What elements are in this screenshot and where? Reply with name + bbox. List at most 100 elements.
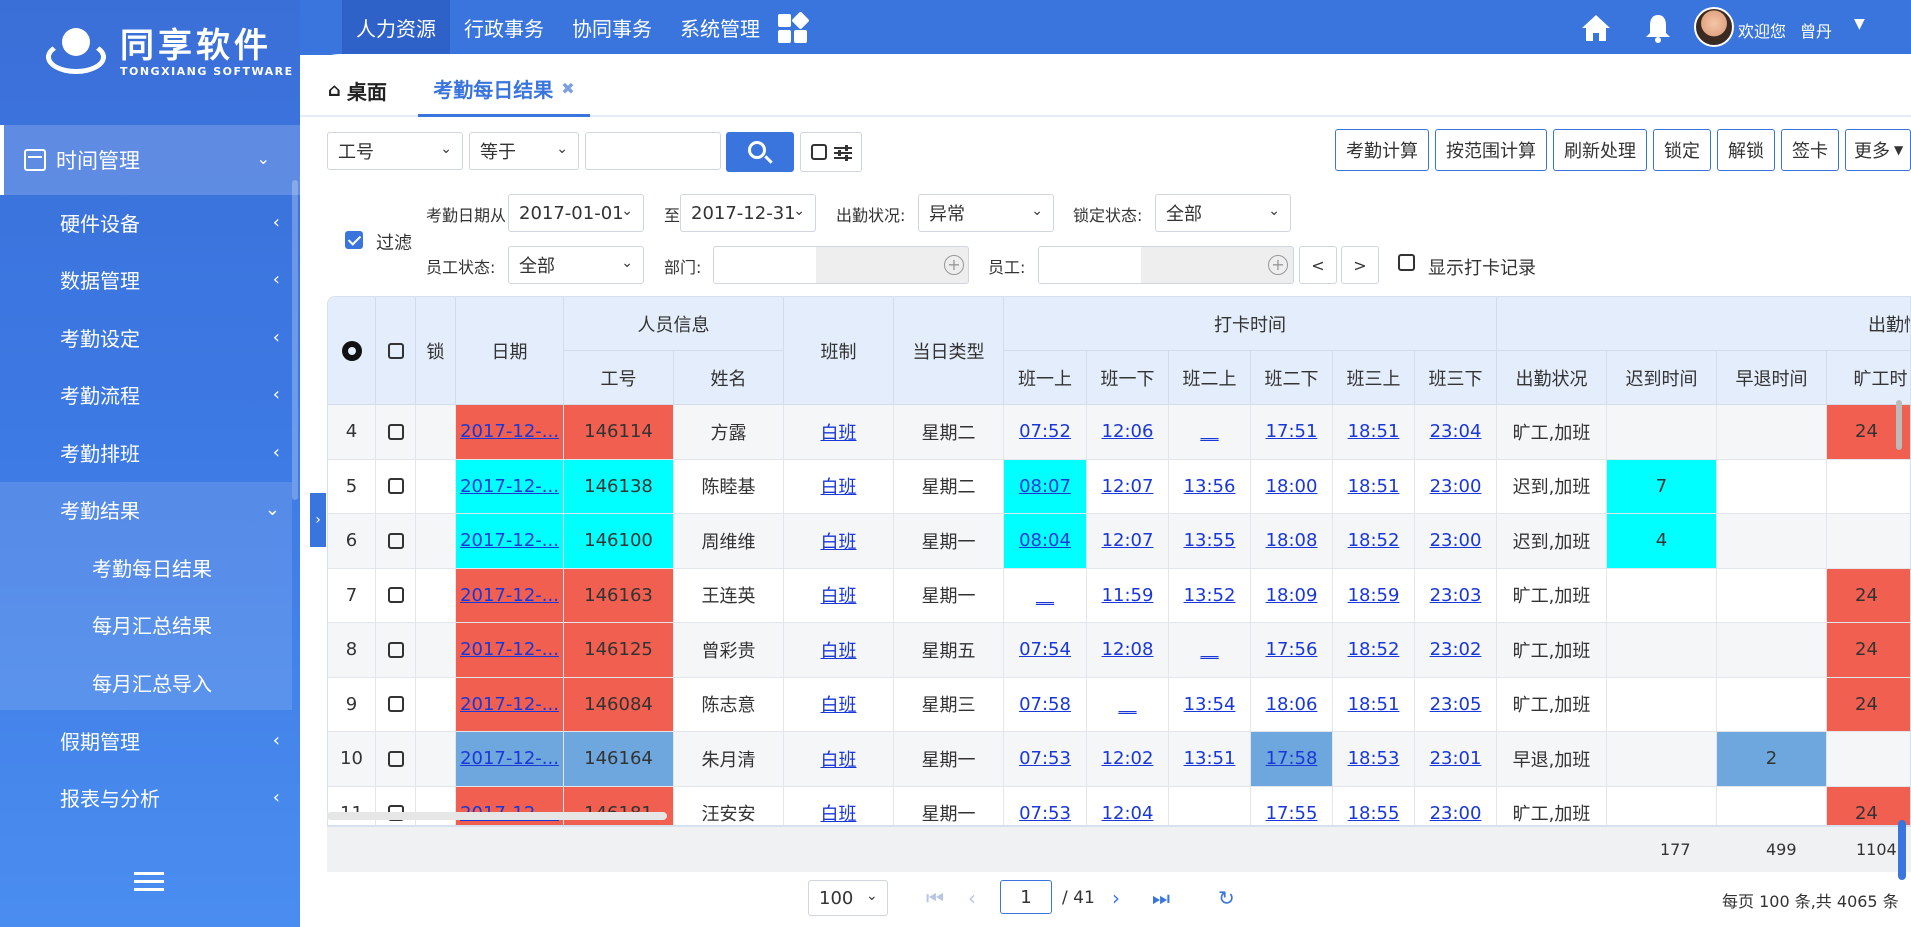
- sidebar-item[interactable]: 考勤设定 ‹: [60, 309, 290, 365]
- punch-link[interactable]: __: [1119, 694, 1137, 715]
- punch-link[interactable]: 18:55: [1348, 803, 1400, 824]
- row-punch-5[interactable]: 18:52: [1333, 623, 1415, 678]
- row-punch-4[interactable]: 18:06: [1251, 677, 1333, 732]
- punch-link[interactable]: 17:55: [1266, 803, 1318, 824]
- gear-icon[interactable]: [341, 340, 362, 361]
- date-link[interactable]: 2017-12-...: [460, 530, 559, 551]
- punch-link[interactable]: 12:07: [1102, 476, 1154, 497]
- row-date[interactable]: 2017-12-...: [456, 786, 564, 825]
- row-punch-5[interactable]: 18:51: [1333, 677, 1415, 732]
- sidebar-item[interactable]: 数据管理 ‹: [60, 252, 290, 308]
- calc-button[interactable]: 考勤计算: [1335, 129, 1429, 171]
- prev-button[interactable]: <: [1299, 246, 1337, 284]
- row-checkbox[interactable]: [376, 786, 416, 825]
- shift-link[interactable]: 白班: [821, 582, 857, 608]
- row-punch-1[interactable]: 07:54: [1004, 623, 1087, 678]
- row-punch-6[interactable]: 23:00: [1415, 786, 1497, 825]
- punch-link[interactable]: 23:01: [1430, 748, 1482, 769]
- lock-button[interactable]: 锁定: [1653, 129, 1711, 171]
- row-punch-4[interactable]: 17:56: [1251, 623, 1333, 678]
- punch-link[interactable]: 18:06: [1266, 694, 1318, 715]
- shift-link[interactable]: 白班: [821, 691, 857, 717]
- row-punch-5[interactable]: 18:53: [1333, 732, 1415, 787]
- row-date[interactable]: 2017-12-...: [456, 732, 564, 787]
- date-from-select[interactable]: 2017-01-01 ⌄: [508, 194, 644, 232]
- punch-link[interactable]: 18:09: [1266, 585, 1318, 606]
- select-all-header[interactable]: [376, 297, 416, 405]
- punch-link[interactable]: 23:05: [1430, 694, 1482, 715]
- punch-link[interactable]: 07:53: [1019, 748, 1071, 769]
- punch-link[interactable]: 11:59: [1102, 585, 1154, 606]
- punch-link[interactable]: 07:53: [1019, 803, 1071, 824]
- row-checkbox[interactable]: [376, 732, 416, 787]
- punch-link[interactable]: 08:07: [1019, 476, 1071, 497]
- row-checkbox[interactable]: [376, 514, 416, 569]
- sidebar-subitem[interactable]: 每月汇总结果: [92, 597, 212, 653]
- punch-link[interactable]: 18:51: [1348, 421, 1400, 442]
- row-date[interactable]: 2017-12-...: [456, 459, 564, 514]
- row-punch-1[interactable]: 07:53: [1004, 786, 1087, 825]
- collapse-menu-icon[interactable]: [134, 872, 164, 896]
- punch-link[interactable]: 08:04: [1019, 530, 1071, 551]
- row-punch-6[interactable]: 23:02: [1415, 623, 1497, 678]
- row-punch-1[interactable]: 07:53: [1004, 732, 1087, 787]
- date-link[interactable]: 2017-12-...: [460, 585, 559, 606]
- row-date[interactable]: 2017-12-...: [456, 405, 564, 460]
- row-checkbox[interactable]: [376, 568, 416, 623]
- date-link[interactable]: 2017-12-...: [460, 476, 559, 497]
- sidebar-subitem[interactable]: 每月汇总导入: [92, 654, 212, 710]
- row-punch-4[interactable]: 17:55: [1251, 786, 1333, 825]
- row-shift[interactable]: 白班: [784, 459, 894, 514]
- row-punch-6[interactable]: 23:03: [1415, 568, 1497, 623]
- tab-daily-result[interactable]: 考勤每日结果 ✖: [418, 62, 590, 117]
- punch-link[interactable]: 13:55: [1184, 530, 1236, 551]
- close-icon[interactable]: ✖: [561, 79, 574, 98]
- sidebar-item[interactable]: 假期管理 ‹: [60, 712, 290, 768]
- sidebar-item[interactable]: 考勤流程 ‹: [60, 367, 290, 423]
- show-punch-checkbox[interactable]: [1398, 254, 1415, 271]
- sidebar-item[interactable]: 考勤结果 ⌄: [60, 482, 290, 538]
- date-to-select[interactable]: 2017-12-31 ⌄: [680, 194, 816, 232]
- row-select-checkbox[interactable]: [387, 478, 404, 495]
- shift-link[interactable]: 白班: [821, 419, 857, 445]
- sidebar-item[interactable]: 考勤排班 ‹: [60, 424, 290, 480]
- row-punch-5[interactable]: 18:51: [1333, 405, 1415, 460]
- punch-link[interactable]: 18:51: [1348, 694, 1400, 715]
- row-punch-1[interactable]: 08:07: [1004, 459, 1087, 514]
- row-select-checkbox[interactable]: [387, 750, 404, 767]
- punch-link[interactable]: 13:54: [1184, 694, 1236, 715]
- row-punch-1[interactable]: 07:58: [1004, 677, 1087, 732]
- filter-checkbox[interactable]: [345, 231, 363, 249]
- row-checkbox[interactable]: [376, 623, 416, 678]
- avatar[interactable]: [1694, 7, 1734, 47]
- advanced-filter-button[interactable]: [800, 132, 862, 172]
- search-button[interactable]: [726, 132, 794, 172]
- row-punch-1[interactable]: 08:04: [1004, 514, 1087, 569]
- row-punch-4[interactable]: 18:08: [1251, 514, 1333, 569]
- add-dept-icon[interactable]: +: [944, 255, 964, 275]
- punch-link[interactable]: __: [1201, 421, 1219, 442]
- punch-link[interactable]: 12:08: [1102, 639, 1154, 660]
- punch-link[interactable]: 17:58: [1266, 748, 1318, 769]
- punch-link[interactable]: 12:02: [1102, 748, 1154, 769]
- row-punch-3[interactable]: __: [1169, 623, 1251, 678]
- row-shift[interactable]: 白班: [784, 568, 894, 623]
- punch-link[interactable]: 18:52: [1348, 639, 1400, 660]
- shift-link[interactable]: 白班: [821, 637, 857, 663]
- row-punch-5[interactable]: 18:51: [1333, 459, 1415, 514]
- row-shift[interactable]: 白班: [784, 677, 894, 732]
- row-punch-5[interactable]: 18:55: [1333, 786, 1415, 825]
- row-date[interactable]: 2017-12-...: [456, 514, 564, 569]
- row-date[interactable]: 2017-12-...: [456, 568, 564, 623]
- punch-link[interactable]: 23:00: [1430, 803, 1482, 824]
- page-scrollbar[interactable]: [1898, 820, 1906, 880]
- row-checkbox[interactable]: [376, 459, 416, 514]
- settings-header[interactable]: [328, 297, 376, 405]
- caret-down-icon[interactable]: ▼: [1854, 16, 1865, 32]
- sidebar-scrollbar[interactable]: [292, 180, 298, 500]
- punch-link[interactable]: __: [1036, 585, 1054, 606]
- punch-link[interactable]: 13:56: [1184, 476, 1236, 497]
- sidebar-section-time[interactable]: 时间管理 ⌄: [0, 125, 300, 195]
- row-punch-2[interactable]: 11:59: [1087, 568, 1169, 623]
- date-link[interactable]: 2017-12-...: [460, 694, 559, 715]
